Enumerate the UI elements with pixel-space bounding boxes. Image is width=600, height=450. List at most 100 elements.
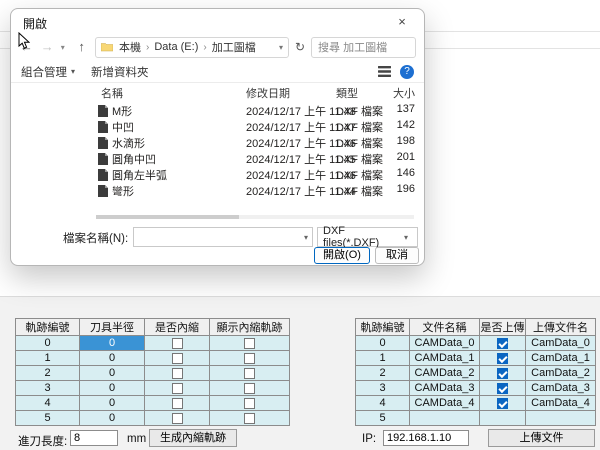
cell-show-inset[interactable] bbox=[210, 381, 290, 396]
upload-checkbox[interactable] bbox=[497, 368, 508, 379]
close-icon[interactable]: × bbox=[388, 12, 416, 32]
cell-track-id[interactable]: 0 bbox=[356, 336, 410, 351]
cell-inset[interactable] bbox=[145, 411, 210, 426]
cell-upload[interactable] bbox=[480, 381, 526, 396]
cell-show-inset[interactable] bbox=[210, 396, 290, 411]
cell-upload[interactable] bbox=[480, 366, 526, 381]
show-inset-track-checkbox[interactable] bbox=[244, 398, 255, 409]
breadcrumb-item[interactable]: 加工圖檔 bbox=[210, 39, 258, 55]
search-input[interactable]: 搜尋 加工圖檔 bbox=[311, 37, 416, 58]
cell-upload-name[interactable]: CamData_0 bbox=[526, 336, 596, 351]
cell-show-inset[interactable] bbox=[210, 336, 290, 351]
cell-track-id[interactable]: 3 bbox=[16, 381, 80, 396]
breadcrumb-item[interactable]: 本機 bbox=[117, 39, 143, 55]
cell-tool-radius[interactable]: 0 bbox=[80, 366, 145, 381]
column-header[interactable]: 軌跡編號 bbox=[356, 319, 410, 336]
open-button[interactable]: 開啟(O) bbox=[314, 247, 370, 264]
cell-upload[interactable] bbox=[480, 396, 526, 411]
column-header[interactable]: 文件名稱 bbox=[410, 319, 480, 336]
cell-upload-name[interactable]: CamData_4 bbox=[526, 396, 596, 411]
cell-upload[interactable] bbox=[480, 411, 526, 426]
cell-upload-name[interactable]: CamData_2 bbox=[526, 366, 596, 381]
upload-checkbox[interactable] bbox=[497, 353, 508, 364]
up-icon[interactable]: ↑ bbox=[74, 39, 89, 55]
cell-file-name[interactable]: CAMData_2 bbox=[410, 366, 480, 381]
ip-input[interactable] bbox=[383, 430, 469, 446]
cell-track-id[interactable]: 3 bbox=[356, 381, 410, 396]
show-inset-track-checkbox[interactable] bbox=[244, 338, 255, 349]
cell-inset[interactable] bbox=[145, 336, 210, 351]
new-folder-button[interactable]: 新增資料夾 bbox=[91, 64, 149, 80]
cell-file-name[interactable] bbox=[410, 411, 480, 426]
refresh-icon[interactable]: ↻ bbox=[295, 40, 305, 54]
breadcrumb-item[interactable]: Data (E:) bbox=[152, 41, 200, 53]
inset-checkbox[interactable] bbox=[172, 368, 183, 379]
cell-file-name[interactable]: CAMData_3 bbox=[410, 381, 480, 396]
file-row[interactable]: 圓角中凹2024/12/17 上午 11:45DXF 檔案201 bbox=[11, 151, 424, 167]
cell-track-id[interactable]: 1 bbox=[356, 351, 410, 366]
show-inset-track-checkbox[interactable] bbox=[244, 368, 255, 379]
cell-inset[interactable] bbox=[145, 351, 210, 366]
inset-checkbox[interactable] bbox=[172, 413, 183, 424]
column-header-name[interactable]: 名稱 bbox=[101, 85, 123, 101]
file-row[interactable]: M形2024/12/17 上午 11:48DXF 檔案137 bbox=[11, 103, 424, 119]
filetype-dropdown-icon[interactable]: ▾ bbox=[400, 233, 412, 242]
view-mode-icon[interactable] bbox=[378, 66, 391, 77]
cell-tool-radius[interactable]: 0 bbox=[80, 381, 145, 396]
column-header[interactable]: 是否內縮 bbox=[145, 319, 210, 336]
file-row[interactable]: 圓角左半弧2024/12/17 上午 11:46DXF 檔案146 bbox=[11, 167, 424, 183]
upload-checkbox[interactable] bbox=[497, 383, 508, 394]
recent-locations-icon[interactable]: ▾ bbox=[61, 43, 68, 52]
upload-checkbox[interactable] bbox=[497, 398, 508, 409]
filename-input[interactable] bbox=[134, 229, 300, 245]
feed-length-input[interactable] bbox=[70, 430, 118, 446]
cancel-button[interactable]: 取消 bbox=[375, 247, 419, 264]
cell-tool-radius[interactable]: 0 bbox=[80, 396, 145, 411]
horizontal-scrollbar[interactable] bbox=[96, 215, 414, 219]
cell-track-id[interactable]: 4 bbox=[16, 396, 80, 411]
address-bar[interactable]: 本機›Data (E:)›加工圖檔 ▾ bbox=[95, 37, 289, 58]
cell-track-id[interactable]: 5 bbox=[16, 411, 80, 426]
file-row[interactable]: 水滴形2024/12/17 上午 11:46DXF 檔案198 bbox=[11, 135, 424, 151]
help-icon[interactable]: ? bbox=[400, 65, 414, 79]
cell-track-id[interactable]: 4 bbox=[356, 396, 410, 411]
scrollbar-thumb[interactable] bbox=[96, 215, 239, 219]
cell-show-inset[interactable] bbox=[210, 366, 290, 381]
column-header[interactable]: 軌跡編號 bbox=[16, 319, 80, 336]
cell-tool-radius[interactable]: 0 bbox=[80, 411, 145, 426]
cell-upload-name[interactable] bbox=[526, 411, 596, 426]
show-inset-track-checkbox[interactable] bbox=[244, 413, 255, 424]
column-header-type[interactable]: 類型 bbox=[336, 85, 358, 101]
cell-upload[interactable] bbox=[480, 336, 526, 351]
file-row[interactable]: 彎形2024/12/17 上午 11:44DXF 檔案196 bbox=[11, 183, 424, 199]
cell-file-name[interactable]: CAMData_1 bbox=[410, 351, 480, 366]
cell-track-id[interactable]: 0 bbox=[16, 336, 80, 351]
cell-show-inset[interactable] bbox=[210, 351, 290, 366]
column-header[interactable]: 上傳文件名 bbox=[526, 319, 596, 336]
filetype-combobox[interactable]: DXF files(*.DXF) ▾ bbox=[317, 227, 418, 247]
show-inset-track-checkbox[interactable] bbox=[244, 353, 255, 364]
cell-track-id[interactable]: 5 bbox=[356, 411, 410, 426]
cell-inset[interactable] bbox=[145, 396, 210, 411]
column-header[interactable]: 刀具半徑 bbox=[80, 319, 145, 336]
cell-track-id[interactable]: 1 bbox=[16, 351, 80, 366]
column-header-size[interactable]: 大小 bbox=[369, 85, 415, 101]
address-dropdown-icon[interactable]: ▾ bbox=[279, 43, 283, 52]
cell-tool-radius[interactable]: 0 bbox=[80, 336, 145, 351]
cell-upload[interactable] bbox=[480, 351, 526, 366]
column-header-modified[interactable]: 修改日期 bbox=[246, 85, 290, 101]
cell-tool-radius[interactable]: 0 bbox=[80, 351, 145, 366]
cell-upload-name[interactable]: CamData_3 bbox=[526, 381, 596, 396]
cell-file-name[interactable]: CAMData_0 bbox=[410, 336, 480, 351]
cell-track-id[interactable]: 2 bbox=[356, 366, 410, 381]
cell-track-id[interactable]: 2 bbox=[16, 366, 80, 381]
forward-icon[interactable]: → bbox=[40, 39, 55, 55]
column-header[interactable]: 顯示內縮軌跡 bbox=[210, 319, 290, 336]
filename-combobox[interactable]: ▾ bbox=[133, 227, 313, 247]
cell-show-inset[interactable] bbox=[210, 411, 290, 426]
inset-checkbox[interactable] bbox=[172, 353, 183, 364]
filename-dropdown-icon[interactable]: ▾ bbox=[300, 233, 312, 242]
show-inset-track-checkbox[interactable] bbox=[244, 383, 255, 394]
upload-checkbox[interactable] bbox=[497, 338, 508, 349]
generate-inset-track-button[interactable]: 生成內縮軌跡 bbox=[149, 429, 237, 447]
